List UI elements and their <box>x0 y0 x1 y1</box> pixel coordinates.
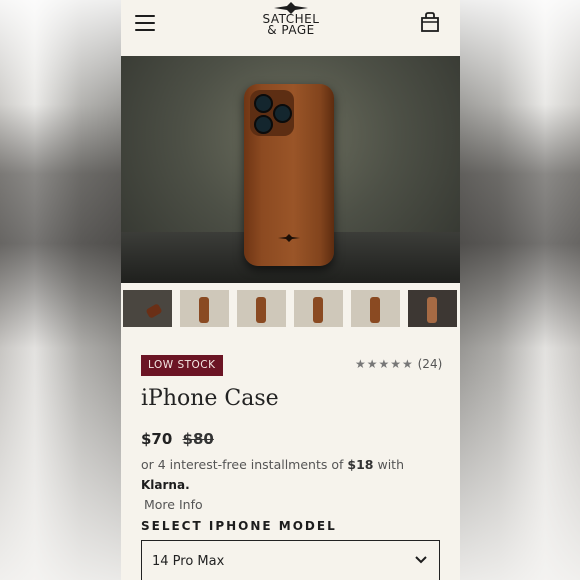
original-price: $80 <box>182 430 214 448</box>
camera-lens <box>273 104 292 123</box>
sale-price: $70 <box>141 430 173 448</box>
leather-phone-case <box>244 84 334 266</box>
logo-text-line2: & PAGE <box>267 23 315 37</box>
shopping-bag-icon[interactable] <box>421 12 439 32</box>
star-rating-icon: ★★★★★ <box>355 357 414 371</box>
camera-cutout <box>250 90 294 136</box>
camera-lens <box>254 94 273 113</box>
installments-text: or 4 interest-free installments of <box>141 457 344 472</box>
with-text: with <box>377 457 405 472</box>
product-title: iPhone Case <box>141 386 279 411</box>
thumbnail-4[interactable] <box>294 290 343 327</box>
model-select[interactable]: 14 Pro Max <box>141 540 440 580</box>
product-hero-image[interactable] <box>121 56 460 283</box>
chevron-down-icon <box>415 556 427 564</box>
low-stock-badge: LOW STOCK <box>141 355 223 376</box>
camera-lens <box>254 115 273 134</box>
thumbnail-strip <box>121 290 460 327</box>
more-info-link[interactable]: More Info <box>144 495 451 515</box>
thumbnail-3[interactable] <box>237 290 286 327</box>
brand-logo[interactable]: SATCHEL & PAGE <box>246 2 336 46</box>
rating-summary[interactable]: ★★★★★ (24) <box>355 357 442 371</box>
thumbnail-1[interactable] <box>123 290 172 327</box>
thumbnail-2[interactable] <box>180 290 229 327</box>
site-header: SATCHEL & PAGE <box>121 0 460 56</box>
hamburger-icon[interactable] <box>135 15 155 31</box>
review-count: (24) <box>417 357 443 371</box>
klarna-logo: Klarna. <box>141 478 190 492</box>
select-model-label: SELECT IPHONE MODEL <box>141 519 337 533</box>
product-page: SATCHEL & PAGE LOW STOCK ★★★★★ (24) iPho… <box>121 0 460 580</box>
price-row: $70 $80 <box>141 430 214 448</box>
selected-model: 14 Pro Max <box>152 554 225 569</box>
thumbnail-6[interactable] <box>408 290 457 327</box>
thumbnail-5[interactable] <box>351 290 400 327</box>
klarna-installments: or 4 interest-free installments of $18 w… <box>141 455 451 515</box>
case-bird-logo-icon <box>278 234 300 242</box>
installment-amount: $18 <box>347 457 374 472</box>
